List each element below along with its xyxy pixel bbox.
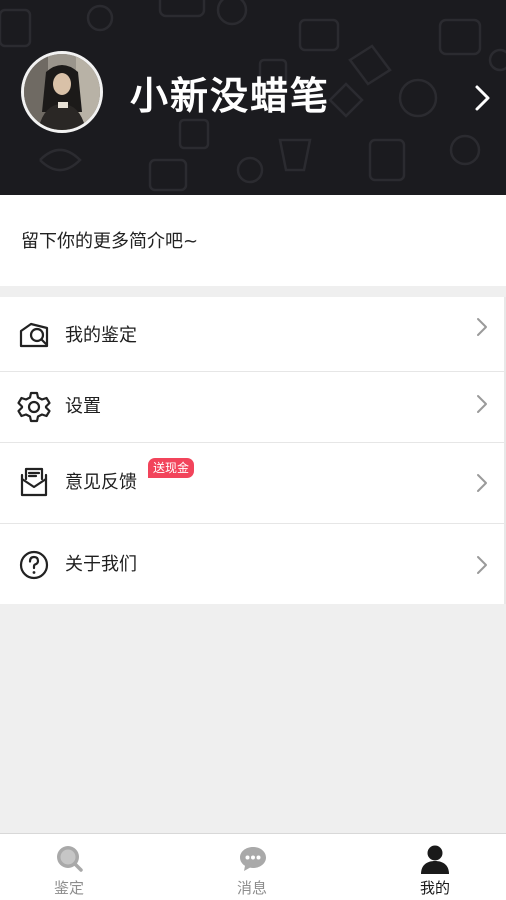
tab-appraisal[interactable]: 鉴定 [0,834,168,900]
bio-text[interactable]: 留下你的更多简介吧~ [21,230,198,254]
menu-item-my-appraisals[interactable]: 我的鉴定 [0,297,504,372]
menu-list: 我的鉴定 设置 意见反馈 关于我们 [0,297,506,604]
gear-icon [17,391,51,423]
tab-label: 消息 [236,879,267,897]
tab-messages[interactable]: 消息 [168,834,336,900]
chevron-right-icon [477,556,487,574]
cash-reward-badge: 送现金 [148,458,195,478]
menu-item-settings[interactable]: 设置 [0,372,504,443]
menu-item-label: 关于我们 [65,554,137,575]
menu-item-label: 设置 [65,396,101,417]
avatar-photo [24,54,100,130]
tab-label: 鉴定 [53,879,84,897]
menu-item-feedback[interactable]: 意见反馈 [0,443,504,524]
chevron-right-icon [477,474,487,492]
profile-header[interactable]: 小新没蜡笔 [0,0,506,195]
tab-mine[interactable]: 我的 [336,834,504,900]
chevron-right-icon [477,318,487,336]
tab-label: 我的 [419,879,450,897]
chevron-right-icon[interactable] [470,84,494,112]
profile-page: 小新没蜡笔 留下你的更多简介吧~ 我的鉴定 设置 意见反馈 关于我们 送现金 鉴… [0,0,506,900]
menu-item-label: 意见反馈 [65,472,137,493]
magnifier-icon [57,846,83,872]
menu-item-label: 我的鉴定 [65,325,137,346]
chevron-right-icon [477,395,487,413]
bottom-tab-bar: 鉴定 消息 我的 [0,833,506,900]
chat-bubble-icon [240,847,266,871]
avatar[interactable] [21,51,103,133]
username: 小新没蜡笔 [130,74,331,118]
appraisal-icon [19,322,49,348]
feedback-mail-icon [20,467,48,497]
question-circle-icon [19,550,49,580]
menu-item-about-us[interactable]: 关于我们 [0,524,504,604]
user-icon [421,845,449,874]
